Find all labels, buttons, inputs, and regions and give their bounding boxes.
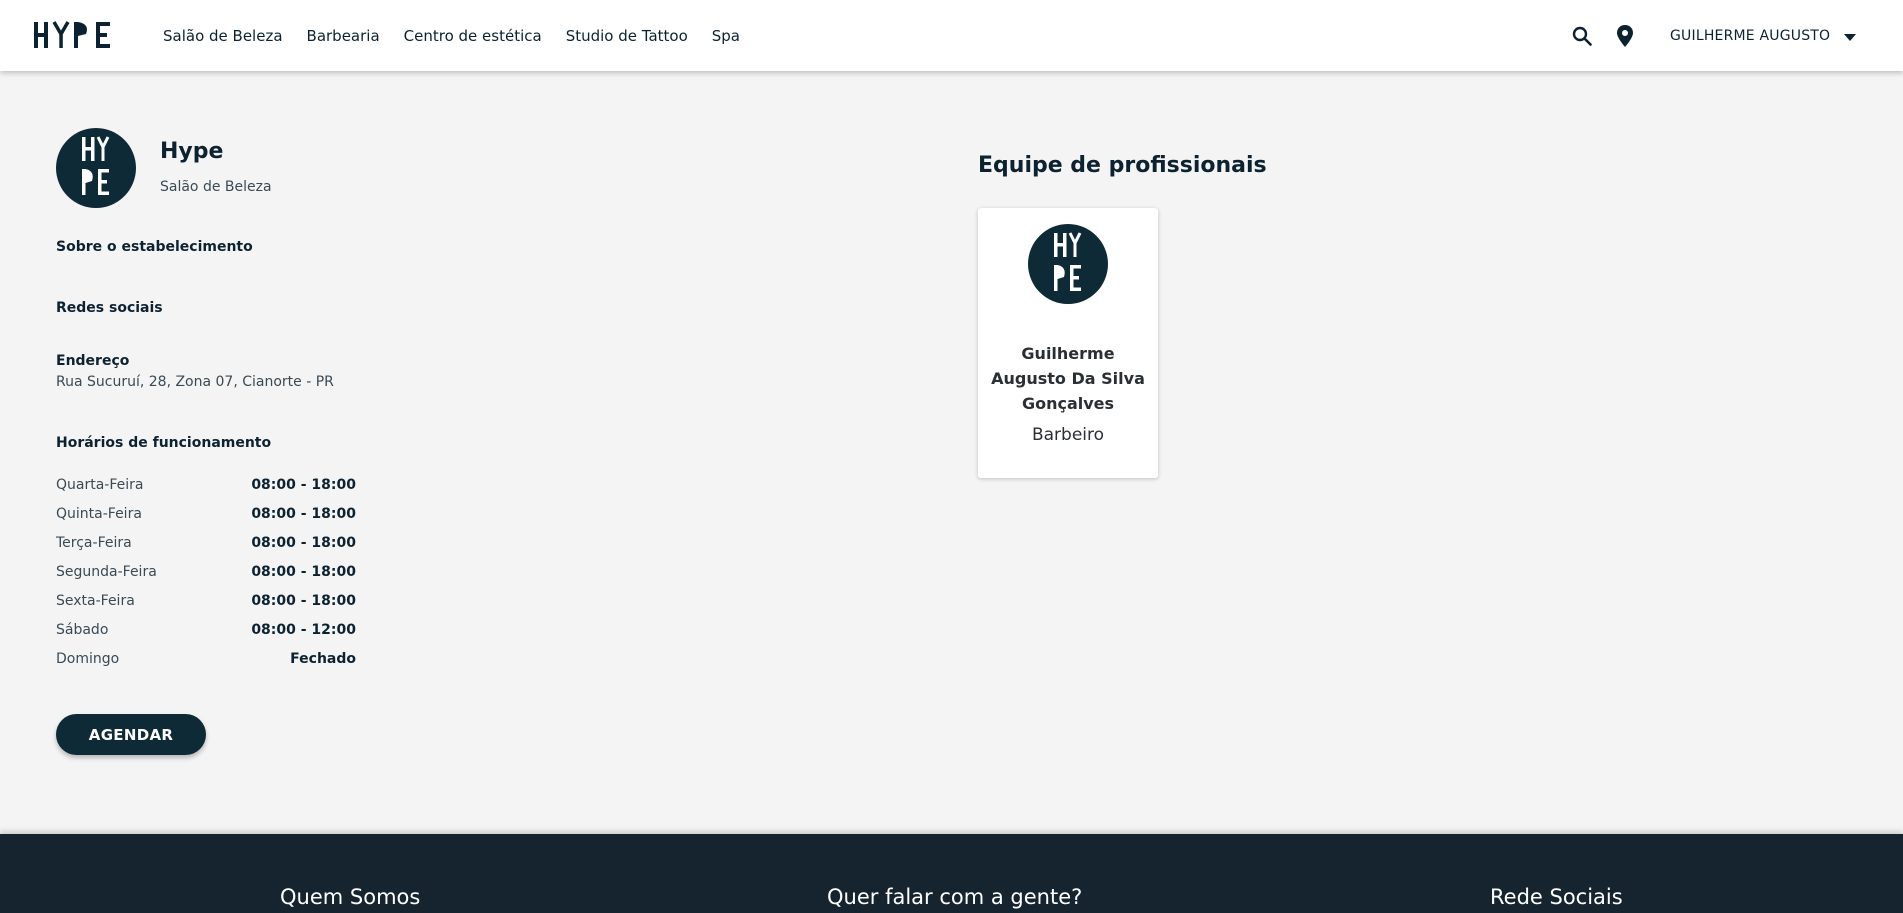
header-actions [1568, 0, 1639, 71]
nav-studio-de-tattoo[interactable]: Studio de Tattoo [566, 27, 688, 45]
nav-centro-de-estetica[interactable]: Centro de estética [404, 27, 542, 45]
nav-salao-de-beleza[interactable]: Salão de Beleza [163, 27, 283, 45]
hours-time: 08:00 - 18:00 [251, 505, 356, 522]
location-pin-icon[interactable] [1611, 22, 1639, 50]
hours-row: Sexta-Feira 08:00 - 18:00 [56, 586, 356, 615]
hours-day: Quinta-Feira [56, 505, 142, 522]
establishment-category: Salão de Beleza [160, 179, 272, 195]
hours-row: Segunda-Feira 08:00 - 18:00 [56, 557, 356, 586]
footer-about-title: Quem Somos [280, 885, 421, 909]
professional-card[interactable]: Guilherme Augusto Da Silva Gonçalves Bar… [978, 208, 1158, 478]
address-text: Rua Sucuruí, 28, Zona 07, Cianorte - PR [56, 374, 334, 390]
hours-day: Quarta-Feira [56, 476, 144, 493]
hours-row: Quinta-Feira 08:00 - 18:00 [56, 499, 356, 528]
team-title: Equipe de profissionais [978, 153, 1267, 178]
opening-hours-list: Quarta-Feira 08:00 - 18:00 Quinta-Feira … [56, 470, 356, 673]
hours-time: Fechado [290, 650, 356, 667]
footer-contact-title: Quer falar com a gente? [827, 885, 1083, 909]
hours-title: Horários de funcionamento [56, 435, 272, 451]
nav-barbearia[interactable]: Barbearia [307, 27, 380, 45]
user-menu[interactable]: GUILHERME AUGUSTO [1670, 0, 1857, 71]
hours-row: Sábado 08:00 - 12:00 [56, 615, 356, 644]
footer-social-title: Rede Sociais [1490, 885, 1623, 909]
hype-logo[interactable] [34, 20, 126, 50]
hours-time: 08:00 - 18:00 [251, 563, 356, 580]
about-title: Sobre o estabelecimento [56, 239, 253, 255]
hours-time: 08:00 - 18:00 [251, 592, 356, 609]
hours-row: Quarta-Feira 08:00 - 18:00 [56, 470, 356, 499]
social-title: Redes sociais [56, 300, 163, 316]
category-nav: Salão de Beleza Barbearia Centro de esté… [163, 0, 764, 71]
top-navbar: Salão de Beleza Barbearia Centro de esté… [0, 0, 1903, 71]
hours-day: Sexta-Feira [56, 592, 135, 609]
hours-day: Terça-Feira [56, 534, 132, 551]
hours-day: Segunda-Feira [56, 563, 157, 580]
search-icon[interactable] [1568, 22, 1596, 50]
hours-row: Domingo Fechado [56, 644, 356, 673]
hype-logo-mark [82, 136, 110, 195]
hours-day: Domingo [56, 650, 120, 667]
chevron-down-icon [1844, 26, 1857, 45]
footer: Quem Somos Quer falar com a gente? Rede … [0, 834, 1903, 913]
establishment-avatar [56, 128, 136, 208]
hours-time: 08:00 - 18:00 [251, 476, 356, 493]
professional-avatar [1028, 224, 1108, 304]
professional-name: Guilherme Augusto Da Silva Gonçalves [991, 344, 1145, 413]
hours-row: Terça-Feira 08:00 - 18:00 [56, 528, 356, 557]
hours-time: 08:00 - 12:00 [251, 621, 356, 638]
hype-logo-mark [1054, 232, 1082, 291]
nav-spa[interactable]: Spa [712, 27, 740, 45]
professional-role: Barbeiro [1031, 425, 1105, 445]
user-name: GUILHERME AUGUSTO [1670, 27, 1831, 44]
address-title: Endereço [56, 353, 130, 369]
establishment-name: Hype [160, 139, 224, 164]
hours-day: Sábado [56, 621, 109, 638]
hours-time: 08:00 - 18:00 [251, 534, 356, 551]
schedule-button[interactable]: AGENDAR [56, 714, 206, 755]
